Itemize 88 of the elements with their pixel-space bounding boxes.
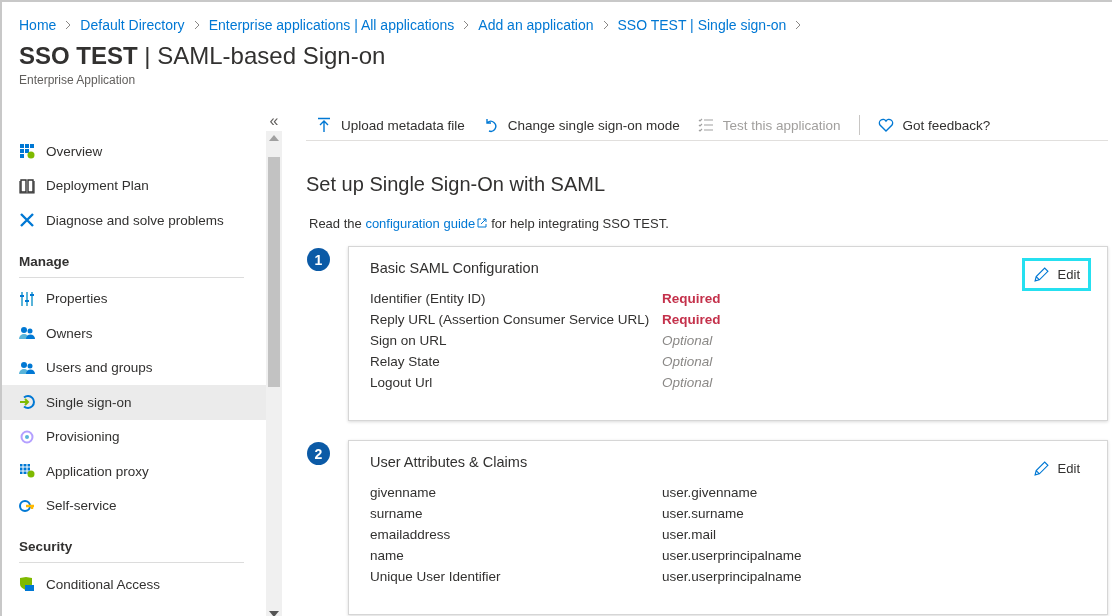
grid-icon [19, 143, 35, 160]
sidebar-item-label: Self-service [46, 498, 117, 514]
breadcrumb-link[interactable]: Default Directory [80, 17, 185, 33]
edit-button[interactable]: Edit [1021, 452, 1091, 485]
key-icon [19, 497, 35, 514]
book-icon [19, 177, 35, 194]
field-value: user.mail [662, 527, 718, 542]
field-name: Logout Url [370, 375, 434, 390]
step-number: 2 [307, 442, 330, 465]
sidebar-item-label: Overview [46, 143, 103, 159]
sidebar-item-label: Deployment Plan [46, 178, 149, 194]
breadcrumb-link[interactable]: Add an application [478, 17, 594, 33]
section-title: Set up Single Sign-On with SAML [306, 173, 607, 196]
sidebar-item-label: Provisioning [46, 429, 120, 445]
people-icon [19, 359, 35, 376]
heart-icon [877, 117, 894, 133]
section-heading: Security [18, 538, 74, 554]
sidebar-item[interactable]: Properties [2, 281, 266, 316]
sign-in-icon [19, 394, 35, 411]
page-title: SSO TEST | SAML-based Sign-on [18, 41, 387, 70]
chevron-icon [192, 20, 201, 30]
chevron-icon [462, 20, 471, 30]
sidebar-item-label: Diagnose and solve problems [46, 212, 224, 228]
field-name: Relay State [370, 354, 441, 369]
chevron-icon [794, 20, 803, 30]
pencil-icon [1032, 266, 1050, 283]
field-value: Optional [662, 333, 714, 348]
page-subtitle: Enterprise Application [18, 72, 137, 87]
edit-button[interactable]: Edit [1021, 258, 1091, 291]
step-number: 1 [307, 248, 330, 271]
sidebar-item-label: Owners [46, 325, 93, 341]
sidebar-item[interactable]: Diagnose and solve problems [2, 203, 266, 238]
sidebar-item[interactable]: Users and groups [2, 350, 266, 385]
pencil-icon [1032, 460, 1050, 477]
scroll-up-icon[interactable] [269, 135, 279, 141]
sidebar-item-label: Properties [46, 291, 108, 307]
field-name: Unique User Identifier [370, 569, 502, 584]
sidebar-item-label: Users and groups [46, 360, 153, 376]
scrollbar-thumb[interactable] [268, 157, 280, 387]
sidebar-item[interactable]: Provisioning [2, 419, 266, 454]
toolbar-button[interactable]: Got feedback? [877, 117, 991, 133]
sidebar-item[interactable]: Owners [2, 316, 266, 351]
toolbar-button[interactable]: Upload metadata file [316, 117, 465, 133]
breadcrumb-link[interactable]: SSO TEST | Single sign-on [617, 17, 787, 33]
card-title: Basic SAML Configuration [370, 260, 539, 276]
field-name: emailaddress [370, 527, 452, 542]
field-value: Required [662, 312, 722, 327]
chevron-icon [64, 20, 73, 30]
sidebar-item-label: Single sign-on [46, 394, 132, 410]
grid-icon [19, 463, 35, 480]
checklist-icon [697, 117, 714, 133]
field-name: Reply URL (Assertion Consumer Service URL) [370, 312, 651, 327]
sidebar-item-label: Conditional Access [46, 576, 161, 592]
intro-text: Read the configuration guide for help integrating SSO TEST. [309, 216, 670, 231]
scrollbar[interactable] [266, 131, 282, 616]
chevron-icon [601, 20, 610, 30]
breadcrumb-link[interactable]: Home [19, 17, 57, 33]
people-icon [19, 325, 35, 342]
toolbar-button[interactable]: Change single sign-on mode [482, 117, 680, 133]
sidebar-item-label: Application proxy [46, 463, 149, 479]
field-value: user.userprincipalname [662, 548, 803, 563]
field-value: user.userprincipalname [662, 569, 803, 584]
external-link-icon [477, 218, 488, 228]
upload-icon [316, 117, 332, 133]
breadcrumb-link[interactable]: Enterprise applications | All applications [208, 17, 455, 33]
field-name: givenname [370, 485, 438, 500]
section-heading: Manage [18, 252, 71, 269]
field-name: Identifier (Entity ID) [370, 291, 487, 306]
field-name: Sign on URL [370, 333, 448, 348]
field-value: Optional [662, 375, 714, 390]
sidebar-item[interactable]: Self-service [2, 488, 266, 523]
scroll-down-icon[interactable] [269, 611, 279, 616]
shield-icon [19, 576, 35, 593]
field-value: user.surname [662, 506, 745, 521]
field-name: surname [370, 506, 424, 521]
sidebar-item[interactable]: Deployment Plan [2, 168, 266, 203]
sidebar-item[interactable]: Single sign-on [2, 385, 266, 420]
field-value: Optional [662, 354, 714, 369]
sidebar-item[interactable]: Overview [2, 134, 266, 169]
sidebar-item[interactable]: Conditional Access [2, 567, 266, 602]
guide-link[interactable]: configuration guide [365, 216, 476, 231]
sliders-icon [19, 290, 35, 307]
field-value: Required [662, 291, 722, 306]
card-title: User Attributes & Claims [370, 454, 528, 470]
collapse-button[interactable]: « [269, 111, 279, 131]
sidebar-item[interactable]: Application proxy [2, 454, 266, 489]
field-value: user.givenname [662, 485, 759, 500]
field-name: name [370, 548, 405, 563]
